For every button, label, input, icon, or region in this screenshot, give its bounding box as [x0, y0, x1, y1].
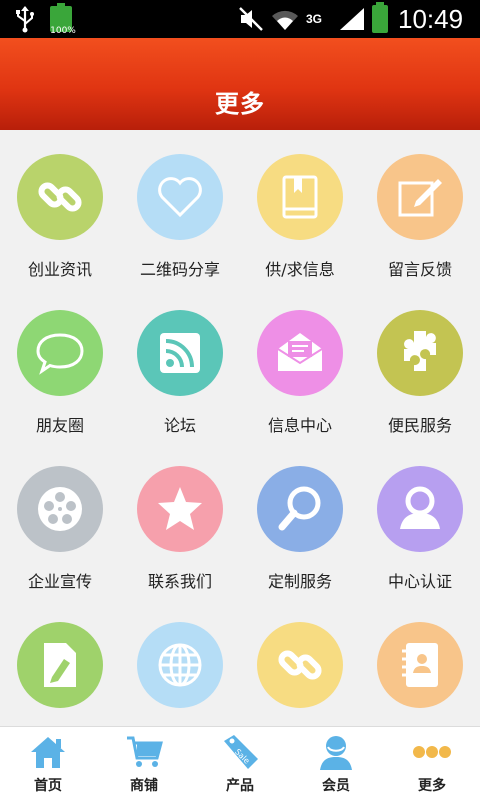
- grid-item-circle: [377, 622, 463, 708]
- grid-item-circle: [137, 466, 223, 552]
- contacts-book-icon: [402, 643, 438, 687]
- grid-item-label: 企业宣传: [27, 572, 92, 591]
- grid-item-circle: [17, 154, 103, 240]
- grid-item-supply-demand[interactable]: 供/求信息: [240, 130, 360, 286]
- grid-item-moments[interactable]: 朋友圈: [0, 286, 120, 442]
- clock: 10:49: [398, 3, 464, 34]
- member-icon: [316, 733, 356, 771]
- home-icon: [28, 733, 68, 771]
- grid-item-certification[interactable]: 中心认证: [360, 442, 480, 598]
- grid-item-label: 定制服务: [267, 572, 332, 591]
- chat-bubble-icon: [36, 333, 84, 375]
- grid-item-label: 便民服务: [387, 416, 452, 435]
- feature-grid: 创业资讯 二维码分享 供/求信息 留言反馈 朋友圈 论坛 信息中心 便民服务 企…: [0, 130, 480, 726]
- wifi-icon: [270, 0, 300, 38]
- grid-item-link[interactable]: [240, 598, 360, 726]
- grid-item-circle: [377, 466, 463, 552]
- tab-label: 更多: [418, 778, 446, 794]
- grid-item-qr-share[interactable]: 二维码分享: [120, 130, 240, 286]
- magnifier-icon: [278, 486, 321, 531]
- grid-item-circle: [377, 154, 463, 240]
- tab-label: 商铺: [130, 778, 158, 794]
- tab-label: 会员: [322, 778, 350, 794]
- grid-item-circle: [137, 310, 223, 396]
- mail-icon: [277, 333, 323, 371]
- puzzle-icon: [404, 331, 436, 371]
- grid-item-circle: [257, 310, 343, 396]
- battery-icon-right: [372, 0, 388, 38]
- star-icon: [158, 487, 202, 530]
- grid-item-label: 朋友圈: [35, 416, 84, 435]
- grid-item-label: 中心认证: [387, 572, 452, 591]
- tab-shops[interactable]: 商铺: [96, 727, 192, 800]
- signal-icon: [338, 0, 366, 38]
- status-bar: 100% 3G 10:49: [0, 0, 480, 38]
- tab-home[interactable]: 首页: [0, 727, 96, 800]
- grid-item-label: 论坛: [163, 416, 196, 435]
- grid-item-feedback[interactable]: 留言反馈: [360, 130, 480, 286]
- grid-item-document[interactable]: [0, 598, 120, 726]
- grid-item-label: 二维码分享: [139, 260, 220, 279]
- grid-item-label: 信息中心: [267, 416, 332, 435]
- grid-item-globe[interactable]: [120, 598, 240, 726]
- header-bar: 更多: [0, 38, 480, 130]
- grid-item-custom-service[interactable]: 定制服务: [240, 442, 360, 598]
- document-pen-icon: [44, 643, 76, 687]
- grid-item-startup-news[interactable]: 创业资讯: [0, 130, 120, 286]
- usb-icon: [14, 0, 36, 38]
- grid-item-label: 留言反馈: [387, 260, 452, 279]
- more-dots-icon: [412, 733, 452, 771]
- grid-item-circle: [137, 154, 223, 240]
- grid-item-circle: [257, 154, 343, 240]
- link-icon: [38, 182, 82, 212]
- page-title: 更多: [215, 90, 265, 118]
- link-icon: [278, 650, 322, 680]
- grid-item-convenience[interactable]: 便民服务: [360, 286, 480, 442]
- tab-members[interactable]: 会员: [288, 727, 384, 800]
- grid-item-forum[interactable]: 论坛: [120, 286, 240, 442]
- grid-item-circle: [17, 466, 103, 552]
- globe-icon: [158, 643, 202, 687]
- battery-status-left: 100%: [50, 0, 76, 38]
- grid-item-label: 联系我们: [147, 572, 212, 591]
- bottom-tab-bar: 首页 商铺 Sale 产品 会员 更多: [0, 726, 480, 800]
- grid-item-circle: [137, 622, 223, 708]
- tab-products[interactable]: Sale 产品: [192, 727, 288, 800]
- grid-item-contacts[interactable]: [360, 598, 480, 726]
- grid-item-circle: [257, 466, 343, 552]
- sale-tag-icon: Sale: [220, 733, 260, 771]
- grid-item-label: 创业资讯: [27, 260, 92, 279]
- rss-icon: [160, 333, 200, 373]
- network-type: 3G: [306, 12, 323, 26]
- grid-item-circle: [17, 310, 103, 396]
- book-icon: [282, 175, 318, 219]
- user-icon: [400, 486, 440, 529]
- grid-item-circle: [257, 622, 343, 708]
- film-reel-icon: [38, 487, 82, 531]
- grid-item-contact-us[interactable]: 联系我们: [120, 442, 240, 598]
- cart-icon: [124, 733, 164, 771]
- grid-item-company-promo[interactable]: 企业宣传: [0, 442, 120, 598]
- mute-icon: [238, 0, 264, 38]
- tab-more[interactable]: 更多: [384, 727, 480, 800]
- grid-item-info-center[interactable]: 信息中心: [240, 286, 360, 442]
- tab-label: 产品: [226, 778, 254, 794]
- grid-item-circle: [377, 310, 463, 396]
- tab-label: 首页: [34, 778, 62, 794]
- heart-icon: [158, 177, 202, 218]
- grid-item-circle: [17, 622, 103, 708]
- grid-item-label: 供/求信息: [265, 260, 335, 279]
- edit-icon: [398, 179, 442, 217]
- battery-percent: 100%: [50, 26, 76, 36]
